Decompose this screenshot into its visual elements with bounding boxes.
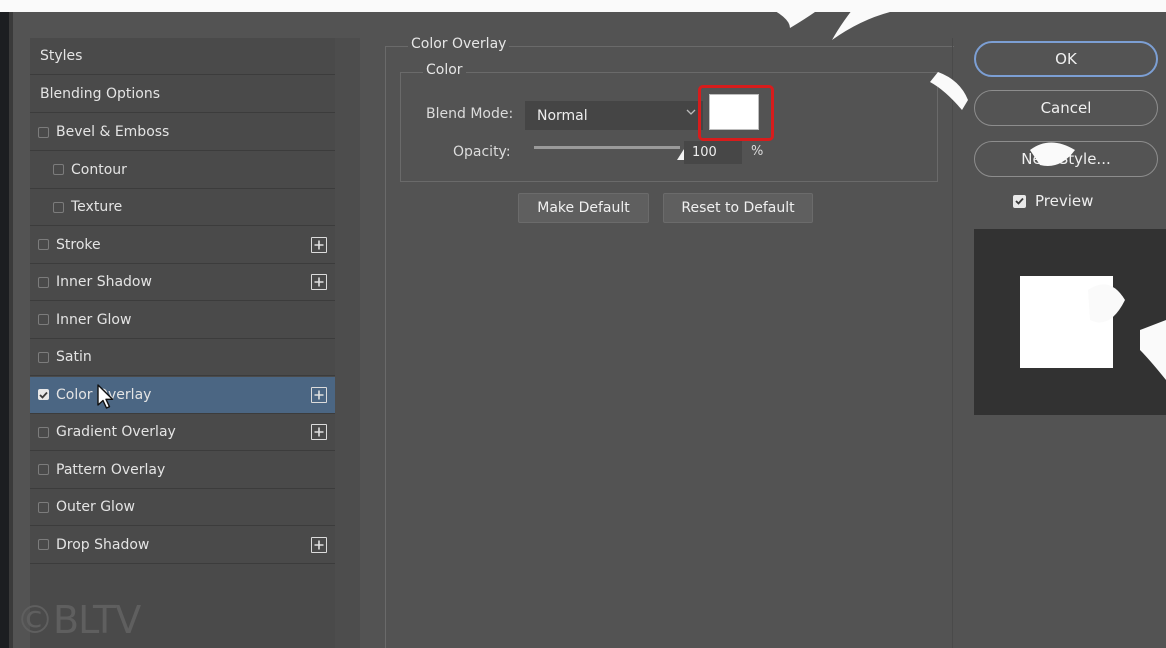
style-item-label: Satin bbox=[56, 349, 92, 365]
style-checkbox[interactable] bbox=[38, 351, 49, 363]
new-style-button[interactable]: New Style... bbox=[974, 141, 1158, 177]
style-item-label: Drop Shadow bbox=[56, 536, 150, 553]
blending-options-item[interactable]: Blending Options bbox=[30, 76, 335, 113]
styles-list-scrollbar[interactable] bbox=[335, 38, 360, 648]
color-group-title: Color bbox=[423, 62, 466, 78]
style-item-label: Inner Glow bbox=[56, 311, 132, 328]
style-item-label: Texture bbox=[71, 199, 123, 215]
style-item-gradient-overlay[interactable]: Gradient Overlay bbox=[30, 414, 335, 451]
color-overlay-title: Color Overlay bbox=[408, 36, 510, 52]
opacity-slider[interactable] bbox=[534, 146, 680, 149]
style-item-label: Outer Glow bbox=[56, 499, 135, 515]
style-item-label: Bevel & Emboss bbox=[56, 124, 170, 140]
style-item-inner-glow[interactable]: Inner Glow bbox=[30, 302, 335, 339]
style-checkbox[interactable] bbox=[38, 239, 49, 250]
style-checkbox[interactable] bbox=[53, 201, 64, 213]
preview-toggle[interactable]: Preview bbox=[1013, 192, 1093, 210]
style-checkbox[interactable] bbox=[38, 314, 49, 325]
preview-label: Preview bbox=[1035, 192, 1094, 210]
style-item-satin[interactable]: Satin bbox=[30, 339, 335, 376]
checkmark-icon bbox=[1015, 197, 1024, 205]
ok-button[interactable]: OK bbox=[974, 41, 1158, 77]
blend-mode-label: Blend Mode: bbox=[426, 106, 514, 122]
blend-mode-value: Normal bbox=[537, 107, 588, 124]
style-item-label: Inner Shadow bbox=[56, 274, 152, 290]
column-divider bbox=[952, 38, 953, 648]
add-instance-icon[interactable] bbox=[311, 274, 327, 290]
style-checkbox[interactable] bbox=[38, 464, 49, 475]
style-item-drop-shadow[interactable]: Drop Shadow bbox=[30, 527, 335, 564]
preview-checkbox[interactable] bbox=[1013, 194, 1026, 208]
blending-options-label: Blending Options bbox=[40, 86, 160, 102]
style-item-label: Stroke bbox=[56, 236, 101, 253]
style-checkbox[interactable] bbox=[38, 389, 49, 400]
cancel-button[interactable]: Cancel bbox=[974, 90, 1158, 126]
highlight-outline bbox=[698, 85, 774, 141]
style-checkbox[interactable] bbox=[38, 276, 49, 288]
window-top-bar bbox=[0, 0, 1166, 12]
window-left-edge bbox=[0, 12, 9, 648]
add-instance-icon[interactable] bbox=[311, 386, 327, 403]
style-checkbox[interactable] bbox=[38, 539, 49, 550]
opacity-label: Opacity: bbox=[453, 144, 511, 160]
style-item-contour[interactable]: Contour bbox=[30, 152, 335, 189]
style-item-label: Pattern Overlay bbox=[56, 461, 166, 478]
style-item-color-overlay[interactable]: Color Overlay bbox=[30, 376, 335, 414]
styles-list: Styles Blending Options Bevel & Emboss Co… bbox=[30, 38, 335, 648]
chevron-down-icon bbox=[686, 109, 696, 115]
style-item-inner-shadow[interactable]: Inner Shadow bbox=[30, 264, 335, 301]
checkmark-icon bbox=[39, 391, 48, 399]
style-item-stroke[interactable]: Stroke bbox=[30, 227, 335, 264]
opacity-input[interactable]: 100 bbox=[684, 141, 742, 164]
style-item-label: Contour bbox=[71, 161, 127, 178]
blend-mode-select[interactable]: Normal bbox=[525, 101, 703, 130]
cancel-label: Cancel bbox=[1040, 99, 1092, 117]
reset-to-default-label: Reset to Default bbox=[681, 200, 795, 216]
add-instance-icon[interactable] bbox=[311, 236, 327, 253]
window-left-edge-inner bbox=[9, 12, 13, 648]
style-checkbox[interactable] bbox=[38, 426, 49, 438]
make-default-label: Make Default bbox=[537, 200, 630, 216]
style-item-label: Gradient Overlay bbox=[56, 424, 176, 440]
preview-shape bbox=[1020, 276, 1113, 368]
opacity-value: 100 bbox=[692, 145, 717, 160]
add-instance-icon[interactable] bbox=[311, 424, 327, 440]
style-item-pattern-overlay[interactable]: Pattern Overlay bbox=[30, 452, 335, 489]
ok-label: OK bbox=[1055, 50, 1077, 68]
mouse-cursor-icon bbox=[97, 384, 114, 409]
styles-header-label: Styles bbox=[40, 48, 83, 64]
add-instance-icon[interactable] bbox=[311, 536, 327, 553]
style-item-texture[interactable]: Texture bbox=[30, 189, 335, 226]
style-item-outer-glow[interactable]: Outer Glow bbox=[30, 489, 335, 526]
make-default-button[interactable]: Make Default bbox=[518, 193, 649, 223]
styles-header[interactable]: Styles bbox=[30, 38, 335, 75]
opacity-unit: % bbox=[751, 144, 764, 159]
style-item-bevel-and-emboss[interactable]: Bevel & Emboss bbox=[30, 114, 335, 151]
reset-to-default-button[interactable]: Reset to Default bbox=[663, 193, 813, 223]
new-style-label: New Style... bbox=[1021, 150, 1111, 168]
style-checkbox[interactable] bbox=[38, 126, 49, 138]
watermark-logo: ©BLTV bbox=[16, 598, 141, 642]
style-checkbox[interactable] bbox=[53, 164, 64, 175]
style-checkbox[interactable] bbox=[38, 501, 49, 513]
